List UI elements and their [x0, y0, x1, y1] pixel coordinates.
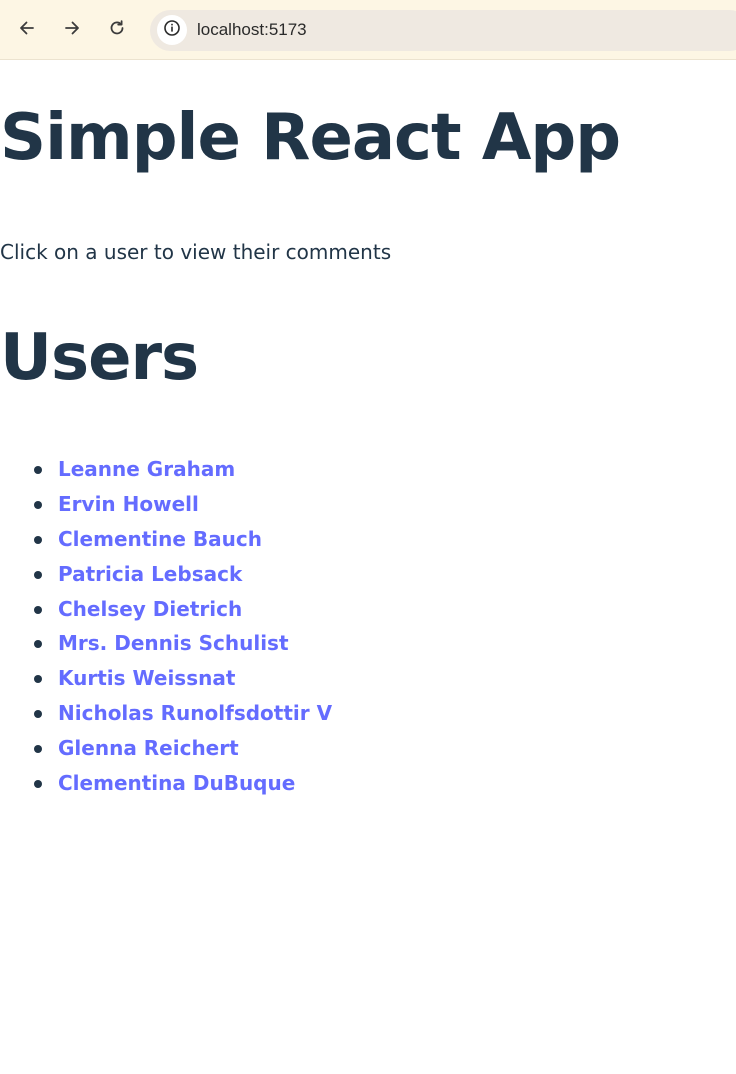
users-heading: Users — [0, 321, 199, 395]
site-info-button[interactable] — [157, 15, 187, 45]
back-button[interactable] — [11, 14, 43, 46]
user-link[interactable]: Kurtis Weissnat — [58, 666, 235, 690]
bullet-icon — [34, 640, 42, 649]
user-link[interactable]: Leanne Graham — [58, 457, 235, 481]
user-list-item: Kurtis Weissnat — [34, 661, 332, 696]
bullet-icon — [34, 570, 42, 579]
bullet-icon — [34, 675, 42, 684]
user-list-item: Ervin Howell — [34, 487, 332, 522]
browser-toolbar: localhost:5173 — [0, 0, 736, 60]
user-list-item: Leanne Graham — [34, 452, 332, 487]
bullet-icon — [34, 500, 42, 509]
user-list-item: Patricia Lebsack — [34, 557, 332, 592]
user-list-item: Clementina DuBuque — [34, 766, 332, 801]
user-link[interactable]: Glenna Reichert — [58, 736, 239, 760]
bullet-icon — [34, 605, 42, 614]
reload-button[interactable] — [101, 14, 133, 46]
user-link[interactable]: Patricia Lebsack — [58, 562, 242, 586]
user-list-item: Chelsey Dietrich — [34, 592, 332, 627]
reload-icon — [107, 18, 127, 42]
page-subtitle: Click on a user to view their comments — [0, 240, 392, 264]
user-link[interactable]: Mrs. Dennis Schulist — [58, 631, 289, 655]
user-list-item: Nicholas Runolfsdottir V — [34, 696, 332, 731]
user-link[interactable]: Chelsey Dietrich — [58, 597, 242, 621]
bullet-icon — [34, 745, 42, 754]
bullet-icon — [34, 535, 42, 544]
user-link[interactable]: Ervin Howell — [58, 492, 199, 516]
address-bar[interactable]: localhost:5173 — [150, 10, 736, 51]
bullet-icon — [34, 780, 42, 789]
user-list-item: Glenna Reichert — [34, 731, 332, 766]
bullet-icon — [34, 710, 42, 719]
forward-button[interactable] — [56, 14, 88, 46]
bullet-icon — [34, 466, 42, 474]
user-list: Leanne Graham Ervin Howell Clementine Ba… — [0, 452, 332, 801]
user-list-item: Clementine Bauch — [34, 522, 332, 557]
url-text[interactable]: localhost:5173 — [197, 20, 307, 40]
page-title: Simple React App — [0, 101, 621, 175]
forward-arrow-icon — [62, 18, 82, 42]
user-list-item: Mrs. Dennis Schulist — [34, 626, 332, 661]
user-link[interactable]: Nicholas Runolfsdottir V — [58, 701, 332, 725]
back-arrow-icon — [17, 18, 37, 42]
user-link[interactable]: Clementine Bauch — [58, 527, 262, 551]
user-link[interactable]: Clementina DuBuque — [58, 771, 295, 795]
info-icon — [163, 19, 181, 41]
